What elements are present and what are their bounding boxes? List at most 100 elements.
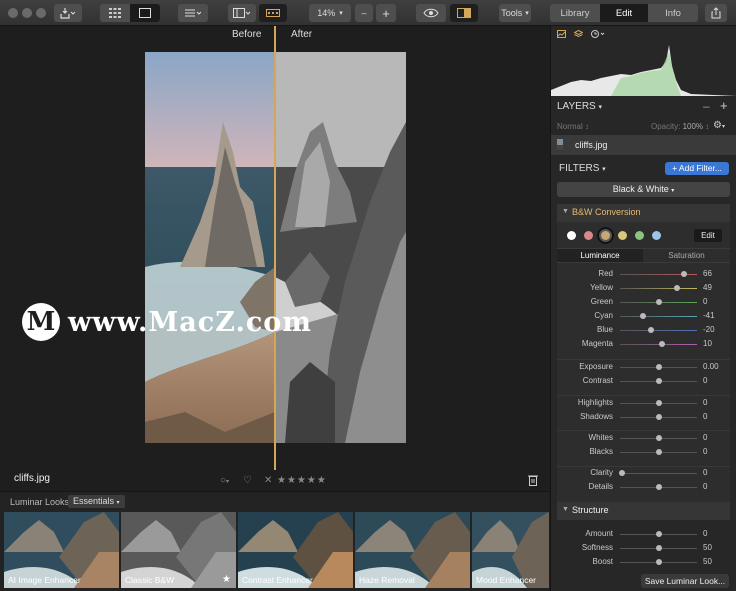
zoom-in-button[interactable]: +: [376, 4, 396, 22]
look-label: Contrast Enhancer: [242, 575, 313, 585]
look-thumb-contrast-enhancer[interactable]: Contrast Enhancer: [238, 512, 353, 588]
slider-knob[interactable]: [680, 271, 687, 277]
zoom-window-button[interactable]: [36, 8, 46, 18]
slider-knob[interactable]: [655, 435, 662, 441]
slider-label: Blue: [596, 325, 613, 334]
watermark: M www.MacZ.com: [22, 302, 312, 342]
share-button[interactable]: [705, 4, 727, 22]
slider-track[interactable]: [620, 531, 697, 537]
slider-knob[interactable]: [655, 414, 662, 420]
slider-track[interactable]: [620, 364, 697, 370]
compare-button[interactable]: [450, 4, 478, 22]
slider-track[interactable]: [620, 484, 697, 490]
tab-edit[interactable]: Edit: [600, 4, 648, 22]
look-label: Mood Enhancer: [476, 575, 537, 585]
slider-knob[interactable]: [659, 341, 666, 347]
slider-track[interactable]: [620, 545, 697, 551]
zoom-out-button[interactable]: –: [355, 4, 373, 22]
watermark-logo: M: [22, 303, 60, 341]
filmstrip-toggle-button[interactable]: [259, 4, 287, 22]
image-canvas: Before After cliffs.jpg ○▾ ♡ ✕ ★★★★★ M w…: [0, 26, 549, 491]
slider-knob[interactable]: [647, 327, 654, 333]
slider-label: Contrast: [582, 376, 613, 385]
look-thumb-mood-enhancer[interactable]: Mood Enhancer: [472, 512, 549, 588]
sidebar-toggle-button[interactable]: [228, 4, 256, 22]
grid-view-button[interactable]: [100, 4, 130, 22]
slider-label: Softness: [581, 543, 613, 552]
slider-track[interactable]: [620, 271, 697, 277]
slider-label: Shadows: [580, 412, 613, 421]
look-thumb-haze-removal[interactable]: Haze Removal: [355, 512, 470, 588]
slider-label: Magenta: [581, 339, 613, 348]
look-thumb-ai-image-enhancer[interactable]: AI Image Enhancer: [4, 512, 119, 588]
trash-icon[interactable]: [528, 474, 538, 489]
slider-track[interactable]: [618, 470, 697, 476]
single-view-button[interactable]: [130, 4, 160, 22]
slider-knob[interactable]: [655, 531, 662, 537]
slider-value: 0: [703, 412, 708, 421]
slider-track[interactable]: [620, 285, 697, 291]
slider-value: 0: [703, 482, 708, 491]
look-label: AI Image Enhancer: [8, 575, 81, 585]
slider-knob[interactable]: [639, 313, 646, 319]
slider-knob[interactable]: [655, 299, 662, 305]
tab-library[interactable]: Library: [550, 4, 600, 22]
slider-knob[interactable]: [655, 378, 662, 384]
structure-title: Structure: [572, 505, 609, 515]
import-button[interactable]: [54, 4, 82, 22]
slider-track[interactable]: [620, 299, 697, 305]
view-mode-segment: [100, 4, 160, 22]
slider-value: -41: [703, 311, 715, 320]
favorite-heart-icon[interactable]: ♡: [243, 475, 252, 486]
slider-value: 50: [703, 543, 712, 552]
slider-value: 0: [703, 447, 708, 456]
close-window-button[interactable]: [8, 8, 18, 18]
slider-knob[interactable]: [618, 470, 625, 476]
slider-track[interactable]: [620, 341, 697, 347]
tab-info[interactable]: Info: [648, 4, 698, 22]
slider-track[interactable]: [620, 435, 697, 441]
slider-knob[interactable]: [674, 285, 681, 291]
rating-stars[interactable]: ★★★★★: [277, 475, 327, 486]
toolbar: 14% ▾ – + Tools ▾ Library Edit Info: [0, 0, 736, 26]
color-label-menu[interactable]: ○▾: [220, 475, 229, 486]
zoom-select[interactable]: 14% ▾: [309, 4, 351, 22]
slider-track[interactable]: [620, 327, 697, 333]
slider-track[interactable]: [620, 449, 697, 455]
looks-category-value: Essentials: [73, 496, 115, 506]
group-divider: [557, 395, 730, 396]
luminar-looks-strip: Luminar Looks: Essentials ▾ AI Image Enh…: [0, 491, 549, 591]
look-label: Haze Removal: [359, 575, 415, 585]
group-divider: [557, 430, 730, 431]
slider-knob[interactable]: [655, 484, 662, 490]
slider-track[interactable]: [620, 559, 697, 565]
slider-track[interactable]: [620, 313, 697, 319]
slider-track[interactable]: [620, 414, 697, 420]
look-thumb-classic-bw[interactable]: Classic B&W ★: [121, 512, 236, 588]
compare-divider[interactable]: [274, 26, 276, 470]
tools-label: Tools: [501, 8, 523, 18]
before-label: Before: [232, 29, 262, 40]
slider-track[interactable]: [620, 378, 697, 384]
grid-icon: [109, 8, 121, 18]
slider-knob[interactable]: [655, 364, 662, 370]
tools-menu[interactable]: Tools ▾: [499, 4, 531, 22]
slider-track[interactable]: [620, 400, 697, 406]
slider-value: -20: [703, 325, 715, 334]
favorite-star-icon[interactable]: ★: [222, 574, 231, 585]
group-divider: [557, 466, 730, 467]
reject-icon[interactable]: ✕: [264, 475, 272, 486]
looks-label: Luminar Looks:: [10, 497, 72, 507]
looks-category-select[interactable]: Essentials ▾: [68, 495, 125, 508]
structure-header[interactable]: ▼ Structure: [557, 502, 730, 520]
minimize-window-button[interactable]: [22, 8, 32, 18]
preview-button[interactable]: [416, 4, 446, 22]
collapse-triangle-icon: ▼: [562, 506, 569, 513]
slider-knob[interactable]: [655, 559, 662, 565]
slider-knob[interactable]: [655, 449, 662, 455]
slider-knob[interactable]: [655, 400, 662, 406]
slider-knob[interactable]: [655, 545, 662, 551]
save-luminar-look-button[interactable]: Save Luminar Look...: [641, 574, 729, 588]
sort-menu-button[interactable]: [178, 4, 208, 22]
slider-value: 0: [703, 529, 708, 538]
